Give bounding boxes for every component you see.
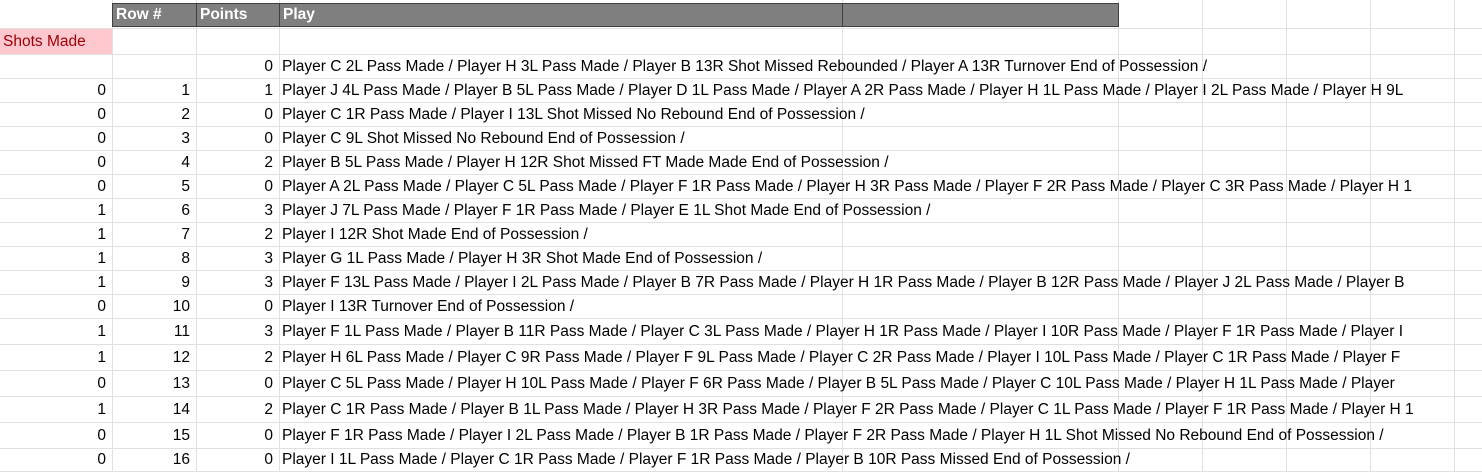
- shots-made-cell[interactable]: 1: [0, 345, 112, 370]
- points-cell[interactable]: 2: [196, 345, 279, 370]
- header-row: Row # Points Play: [0, 0, 1482, 29]
- header-blank[interactable]: [842, 3, 1119, 27]
- shots-made-cell[interactable]: 0: [0, 103, 112, 126]
- points-cell[interactable]: 1: [196, 79, 279, 102]
- label-row: Shots Made: [0, 29, 1482, 55]
- shots-made-cell[interactable]: 0: [0, 175, 112, 198]
- points-cell[interactable]: 2: [196, 223, 279, 246]
- header-points[interactable]: Points: [196, 3, 280, 27]
- shots-made-cell[interactable]: 0: [0, 423, 112, 448]
- row-number-cell[interactable]: 5: [112, 175, 196, 198]
- row-number-cell[interactable]: 1: [112, 79, 196, 102]
- points-cell[interactable]: 3: [196, 271, 279, 294]
- points-cell[interactable]: 3: [196, 319, 279, 344]
- table-row: 1 6 3 Player J 7L Pass Made / Player F 1R P…: [0, 199, 1482, 223]
- table-row: 0 5 0 Player A 2L Pass Made / Player C 5L P…: [0, 175, 1482, 199]
- shots-made-cell[interactable]: 0: [0, 295, 112, 318]
- row-number-cell[interactable]: 3: [112, 127, 196, 150]
- header-row-number[interactable]: Row #: [112, 3, 197, 27]
- table-row: 1 9 3 Player F 13L Pass Made / Player I 2L …: [0, 271, 1482, 295]
- points-cell[interactable]: 0: [196, 423, 279, 448]
- table-row: 1 11 3 Player F 1L Pass Made / Player B 11R…: [0, 319, 1482, 345]
- row-number-cell[interactable]: 7: [112, 223, 196, 246]
- row-number-cell[interactable]: 6: [112, 199, 196, 222]
- points-cell[interactable]: 0: [196, 449, 279, 471]
- points-cell[interactable]: 0: [196, 55, 279, 78]
- points-cell[interactable]: 3: [196, 199, 279, 222]
- shots-made-cell[interactable]: 0: [0, 151, 112, 174]
- shots-made-cell[interactable]: [0, 55, 112, 78]
- shots-made-cell[interactable]: 0: [0, 127, 112, 150]
- play-cell[interactable]: Player C 9L Shot Missed No Rebound End o…: [279, 127, 1482, 150]
- play-cell[interactable]: Player C 1R Pass Made / Player B 1L Pass…: [279, 397, 1482, 422]
- row-number-cell[interactable]: 10: [112, 295, 196, 318]
- row-number-cell[interactable]: 15: [112, 423, 196, 448]
- shots-made-cell[interactable]: 1: [0, 397, 112, 422]
- row-number-cell[interactable]: 14: [112, 397, 196, 422]
- row-number-cell[interactable]: 16: [112, 449, 196, 471]
- points-cell[interactable]: 2: [196, 151, 279, 174]
- shots-made-cell[interactable]: 1: [0, 319, 112, 344]
- table-row: 1 12 2 Player H 6L Pass Made / Player C 9R …: [0, 345, 1482, 371]
- play-cell[interactable]: Player B 5L Pass Made / Player H 12R Sho…: [279, 151, 1482, 174]
- play-cell[interactable]: Player F 13L Pass Made / Player I 2L Pas…: [279, 271, 1482, 294]
- play-cell[interactable]: Player F 1R Pass Made / Player I 2L Pass…: [279, 423, 1482, 448]
- table-row: 1 8 3 Player G 1L Pass Made / Player H 3R S…: [0, 247, 1482, 271]
- play-cell[interactable]: Player I 13R Turnover End of Possession …: [279, 295, 1482, 318]
- header-play[interactable]: Play: [279, 3, 843, 27]
- row-number-cell[interactable]: 9: [112, 271, 196, 294]
- play-cell[interactable]: Player I 1L Pass Made / Player C 1R Pass…: [279, 449, 1482, 471]
- play-cell[interactable]: Player I 12R Shot Made End of Possession…: [279, 223, 1482, 246]
- row-number-cell[interactable]: 11: [112, 319, 196, 344]
- points-cell[interactable]: 0: [196, 371, 279, 396]
- play-cell[interactable]: Player J 7L Pass Made / Player F 1R Pass…: [279, 199, 1482, 222]
- points-cell[interactable]: 3: [196, 247, 279, 270]
- table-row: 0 Player C 2L Pass Made / Player H 3L Pas…: [0, 55, 1482, 79]
- shots-made-cell[interactable]: 1: [0, 247, 112, 270]
- play-cell[interactable]: Player F 1L Pass Made / Player B 11R Pas…: [279, 319, 1482, 344]
- shots-made-cell[interactable]: 0: [0, 79, 112, 102]
- shots-made-cell[interactable]: 0: [0, 371, 112, 396]
- shots-made-cell[interactable]: 1: [0, 199, 112, 222]
- table-row: 0 4 2 Player B 5L Pass Made / Player H 12R …: [0, 151, 1482, 175]
- play-cell[interactable]: Player C 5L Pass Made / Player H 10L Pas…: [279, 371, 1482, 396]
- table-row: 0 13 0 Player C 5L Pass Made / Player H 10L…: [0, 371, 1482, 397]
- play-cell[interactable]: Player G 1L Pass Made / Player H 3R Shot…: [279, 247, 1482, 270]
- points-cell[interactable]: 0: [196, 103, 279, 126]
- points-cell[interactable]: 0: [196, 175, 279, 198]
- row-number-cell[interactable]: 8: [112, 247, 196, 270]
- table-row: 0 3 0 Player C 9L Shot Missed No Rebound En…: [0, 127, 1482, 151]
- play-cell[interactable]: Player A 2L Pass Made / Player C 5L Pass…: [279, 175, 1482, 198]
- row-number-cell[interactable]: 12: [112, 345, 196, 370]
- row-number-cell[interactable]: 13: [112, 371, 196, 396]
- points-cell[interactable]: 2: [196, 397, 279, 422]
- table-row: 0 10 0 Player I 13R Turnover End of Possess…: [0, 295, 1482, 319]
- table-row: 1 7 2 Player I 12R Shot Made End of Possess…: [0, 223, 1482, 247]
- play-cell[interactable]: Player J 4L Pass Made / Player B 5L Pass…: [279, 79, 1482, 102]
- play-cell[interactable]: Player H 6L Pass Made / Player C 9R Pass…: [279, 345, 1482, 370]
- table-row: 0 2 0 Player C 1R Pass Made / Player I 13L …: [0, 103, 1482, 127]
- table-row: 0 15 0 Player F 1R Pass Made / Player I 2L …: [0, 423, 1482, 449]
- shots-made-cell[interactable]: 1: [0, 271, 112, 294]
- play-cell[interactable]: Player C 2L Pass Made / Player H 3L Pass…: [279, 55, 1482, 78]
- shots-made-label[interactable]: Shots Made: [0, 29, 112, 54]
- points-cell[interactable]: 0: [196, 127, 279, 150]
- play-cell[interactable]: Player C 1R Pass Made / Player I 13L Sho…: [279, 103, 1482, 126]
- row-number-cell[interactable]: 2: [112, 103, 196, 126]
- table-row: 0 16 0 Player I 1L Pass Made / Player C 1R …: [0, 449, 1482, 472]
- row-number-cell[interactable]: [112, 55, 196, 78]
- shots-made-cell[interactable]: 1: [0, 223, 112, 246]
- table-row: 0 1 1 Player J 4L Pass Made / Player B 5L P…: [0, 79, 1482, 103]
- points-cell[interactable]: 0: [196, 295, 279, 318]
- row-number-cell[interactable]: 4: [112, 151, 196, 174]
- spreadsheet-grid: Row # Points Play Shots Made 0 Player C 2…: [0, 0, 1482, 472]
- shots-made-cell[interactable]: 0: [0, 449, 112, 471]
- table-row: 1 14 2 Player C 1R Pass Made / Player B 1L …: [0, 397, 1482, 423]
